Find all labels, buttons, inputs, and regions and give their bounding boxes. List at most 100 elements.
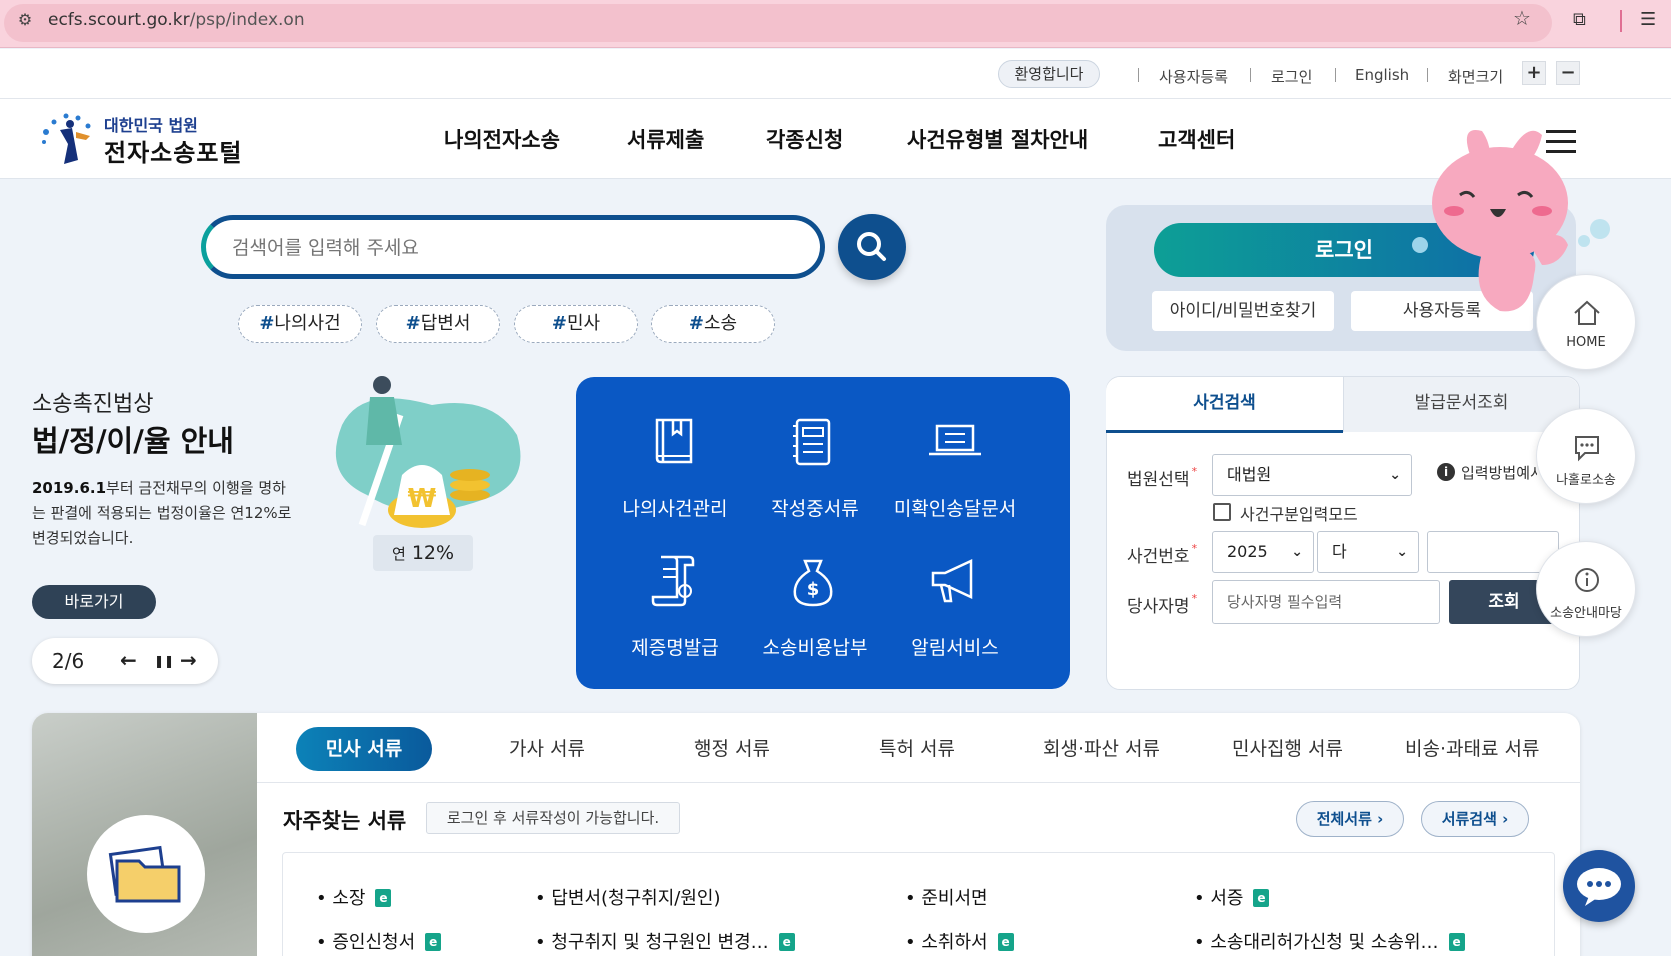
- extensions-icon[interactable]: ⧉: [1573, 9, 1586, 30]
- util-separator: [1138, 68, 1139, 82]
- quick-case-management[interactable]: 나의사건관리: [605, 494, 745, 521]
- court-logo-icon[interactable]: [38, 110, 100, 166]
- case-year-select[interactable]: 2025 ⌄: [1212, 531, 1314, 573]
- search-documents-label: 서류검색: [1441, 810, 1497, 828]
- all-documents-label: 전체서류: [1316, 810, 1372, 828]
- site-settings-icon[interactable]: ⚙: [14, 9, 36, 31]
- court-select-label: 법원선택 *: [1127, 465, 1197, 490]
- list-item[interactable]: • 소장 e: [316, 884, 392, 910]
- tab-bankruptcy-documents[interactable]: 회생·파산 서류: [1043, 734, 1160, 761]
- case-number-label: 사건번호 *: [1127, 542, 1197, 567]
- url-text[interactable]: ecfs.scourt.go.kr/psp/index.on: [48, 9, 305, 31]
- side-guide-label: 소송안내마당: [1550, 606, 1622, 621]
- info-circle-icon: [1575, 568, 1599, 592]
- quick-unconfirmed-delivery[interactable]: 미확인송달문서: [885, 494, 1025, 521]
- nav-procedure-guide[interactable]: 사건유형별 절차안내: [907, 124, 1088, 154]
- chevron-down-icon: ⌄: [1291, 544, 1303, 560]
- nav-applications[interactable]: 각종신청: [766, 124, 843, 154]
- nav-my-litigation[interactable]: 나의전자소송: [444, 124, 560, 154]
- next-arrow-icon[interactable]: →: [180, 648, 197, 672]
- e-form-icon: e: [997, 933, 1014, 951]
- input-example-link[interactable]: 입력방법예시: [1461, 462, 1537, 483]
- tab-administrative-documents[interactable]: 행정 서류: [694, 734, 770, 761]
- side-home-button[interactable]: HOME: [1536, 274, 1636, 370]
- list-item[interactable]: • 소송대리허가신청 및 소송위… e: [1194, 928, 1465, 954]
- e-form-icon: e: [1448, 933, 1465, 951]
- zoom-out-button[interactable]: −: [1556, 61, 1580, 85]
- promo-subtitle: 소송촉진법상: [32, 392, 154, 417]
- tab-family-documents[interactable]: 가사 서류: [509, 734, 585, 761]
- court-select-value: 대법원: [1227, 465, 1272, 484]
- list-item[interactable]: • 청구취지 및 청구원인 변경… e: [535, 928, 795, 954]
- toolbar-divider: [1620, 10, 1622, 32]
- screen-size-label: 화면크기: [1448, 68, 1504, 86]
- list-item[interactable]: • 증인신청서 e: [316, 928, 442, 954]
- e-form-icon: e: [1253, 889, 1270, 907]
- quick-fee-payment[interactable]: 소송비용납부: [745, 633, 885, 660]
- court-select[interactable]: 대법원 ⌄: [1212, 454, 1412, 496]
- tab-issued-documents[interactable]: 발급문서조회: [1343, 377, 1579, 432]
- party-name-input[interactable]: 당사자명 필수입력: [1212, 580, 1440, 624]
- tab-noncontentious-documents[interactable]: 비송·과태료 서류: [1405, 734, 1539, 761]
- find-id-password-button[interactable]: 아이디/비밀번호찾기: [1152, 291, 1334, 331]
- util-english-link[interactable]: English: [1355, 66, 1409, 84]
- tag-label: 답변서: [420, 313, 471, 334]
- home-icon: [1574, 300, 1600, 325]
- doc-name: 소장: [332, 888, 366, 909]
- list-item[interactable]: • 답변서(청구취지/원인): [535, 884, 721, 910]
- nav-submit-documents[interactable]: 서류제출: [627, 124, 704, 154]
- required-mark: *: [1191, 465, 1198, 478]
- list-item[interactable]: • 준비서면: [905, 884, 988, 910]
- side-guide-button[interactable]: 소송안내마당: [1536, 541, 1636, 637]
- svg-text:₩: ₩: [408, 484, 437, 514]
- tag-label: 민사: [566, 313, 601, 334]
- list-item[interactable]: • 소취하서 e: [905, 928, 1014, 954]
- case-number-input[interactable]: [1427, 531, 1559, 573]
- case-type-mode-checkbox[interactable]: [1213, 503, 1231, 521]
- search-documents-button[interactable]: 서류검색 ›: [1421, 801, 1529, 837]
- hash-icon: #: [688, 313, 704, 334]
- svg-text:$: $: [807, 579, 820, 600]
- search-tag-lawsuit[interactable]: #소송: [651, 305, 775, 343]
- list-item[interactable]: • 서증 e: [1194, 884, 1270, 910]
- pause-icon[interactable]: ❚❚: [154, 654, 174, 668]
- money-bag-icon: $: [793, 559, 833, 607]
- all-documents-button[interactable]: 전체서류 ›: [1296, 801, 1404, 837]
- reading-list-icon[interactable]: ☰: [1640, 9, 1656, 30]
- tab-execution-documents[interactable]: 민사집행 서류: [1232, 734, 1343, 761]
- side-self-litigation-button[interactable]: 나홀로소송: [1536, 408, 1636, 504]
- notebook-icon: [793, 418, 831, 466]
- quick-draft-documents[interactable]: 작성중서류: [745, 494, 885, 521]
- search-tag-answer[interactable]: #답변서: [376, 305, 500, 343]
- info-icon[interactable]: i: [1437, 463, 1455, 481]
- util-register-link[interactable]: 사용자등록: [1159, 66, 1228, 87]
- bookmark-star-icon[interactable]: ☆: [1513, 6, 1531, 30]
- rate-prefix: 연: [391, 545, 406, 563]
- quick-notification-service[interactable]: 알림서비스: [885, 633, 1025, 660]
- court-label-text: 법원선택: [1127, 470, 1190, 490]
- doc-name: 소취하서: [921, 932, 988, 953]
- search-tag-my-case[interactable]: #나의사건: [238, 305, 362, 343]
- rate-badge: 연 12%: [373, 535, 473, 571]
- case-type-select[interactable]: 다 ⌄: [1317, 531, 1419, 573]
- search-button[interactable]: [838, 214, 906, 280]
- doc-name: 답변서(청구취지/원인): [551, 888, 721, 909]
- util-login-link[interactable]: 로그인: [1271, 66, 1312, 87]
- nav-customer-center[interactable]: 고객센터: [1158, 124, 1235, 154]
- chatbot-button[interactable]: [1563, 850, 1635, 922]
- promo-title: 법/정/이/율 안내: [32, 424, 234, 458]
- search-tag-civil[interactable]: #민사: [514, 305, 638, 343]
- tab-patent-documents[interactable]: 특허 서류: [879, 734, 955, 761]
- zoom-in-button[interactable]: +: [1522, 61, 1546, 85]
- party-label-text: 당사자명: [1127, 597, 1190, 617]
- search-input[interactable]: [232, 235, 792, 261]
- tab-civil-documents[interactable]: 민사 서류: [296, 727, 432, 771]
- interest-rate-illustration: ₩: [335, 376, 521, 528]
- go-button[interactable]: 바로가기: [32, 585, 156, 619]
- prev-arrow-icon[interactable]: ←: [120, 648, 137, 672]
- tab-case-search[interactable]: 사건검색: [1106, 377, 1343, 433]
- logo-title[interactable]: 전자소송포털: [104, 133, 242, 168]
- required-mark: *: [1191, 592, 1198, 605]
- quick-certificate-issuance[interactable]: 제증명발급: [605, 633, 745, 660]
- book-icon: [655, 418, 693, 464]
